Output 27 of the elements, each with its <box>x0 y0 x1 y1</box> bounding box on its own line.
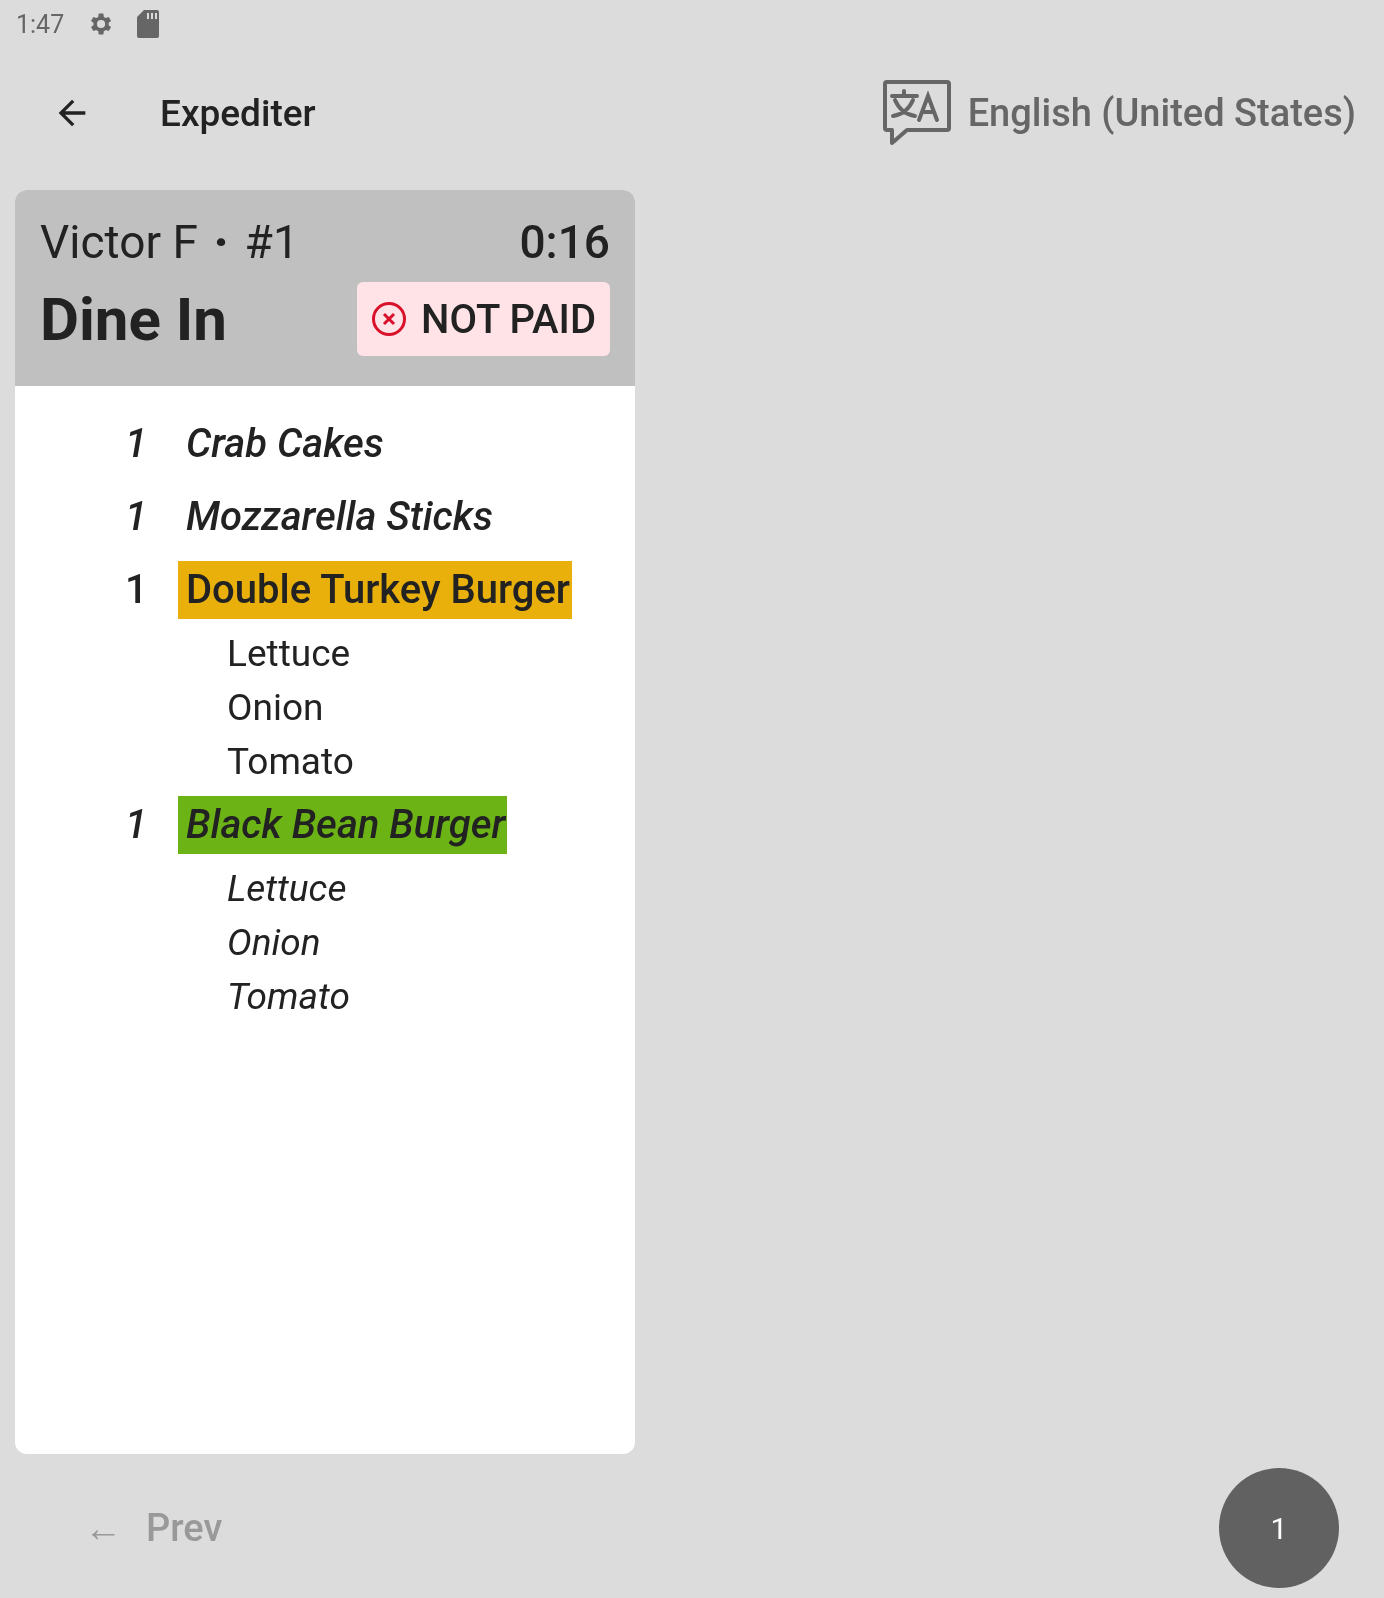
item-modifier: Onion <box>226 920 322 966</box>
page-indicator[interactable]: 1 <box>1219 1468 1339 1588</box>
item-name: Crab Cakes <box>185 418 385 469</box>
screen-title: Expediter <box>160 91 316 135</box>
separator-dot: · <box>213 215 229 269</box>
item-modifier: Tomato <box>226 739 355 785</box>
item-quantity: 1 <box>125 801 149 848</box>
item-modifier: Lettuce <box>226 866 348 912</box>
item-modifier: Lettuce <box>226 631 352 677</box>
item-name: Double Turkey Burger <box>178 560 572 619</box>
item-quantity: 1 <box>125 566 149 613</box>
translate-icon[interactable] <box>881 80 952 146</box>
sd-card-icon <box>136 9 161 39</box>
item-quantity: 1 <box>125 420 149 467</box>
item-name: Black Bean Burger <box>178 795 508 854</box>
order-type: Dine In <box>40 283 227 355</box>
order-number: #1 <box>244 215 299 269</box>
item-modifier: Onion <box>226 685 325 731</box>
customer-name: Victor F <box>40 215 198 269</box>
cancel-icon <box>371 301 408 337</box>
order-timer: 0:16 <box>519 215 610 269</box>
language-selector[interactable]: English (United States) <box>967 91 1356 135</box>
payment-status: NOT PAID <box>421 295 596 343</box>
item-modifier: Tomato <box>226 974 351 1020</box>
status-time: 1:47 <box>16 9 65 39</box>
item-quantity: 1 <box>125 493 149 540</box>
item-name: Mozzarella Sticks <box>185 491 495 542</box>
